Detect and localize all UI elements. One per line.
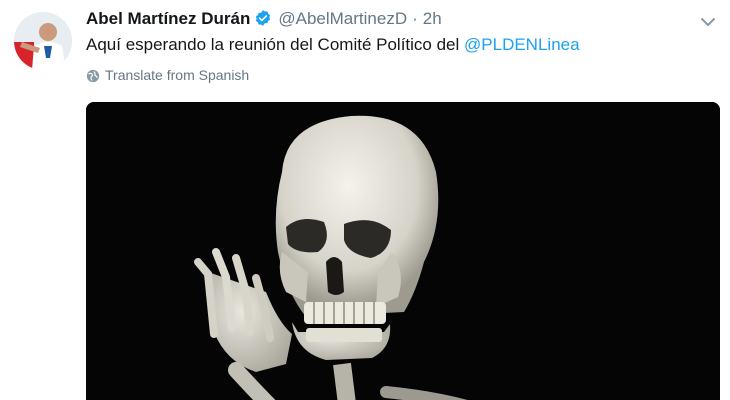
avatar-photo [14,12,72,70]
separator-dot: · [412,9,418,28]
author-handle[interactable]: @AbelMartinezD [278,9,407,28]
tweet-media-image[interactable] [86,102,720,400]
chevron-down-icon[interactable] [698,12,718,32]
tweet-text: Aquí esperando la reunión del Comité Pol… [86,34,580,56]
mention-link[interactable]: @PLDENLinea [464,35,580,54]
tweet-body: Aquí esperando la reunión del Comité Pol… [86,35,465,54]
translate-label: Translate from Spanish [105,67,250,83]
verified-badge-icon [254,9,272,33]
tweet[interactable]: Abel Martínez Durán @AbelMartinezD · 2h Aqu… [0,0,730,400]
avatar[interactable] [14,12,72,70]
timestamp[interactable]: 2h [423,9,442,28]
tweet-header: Abel Martínez Durán @AbelMartinezD · 2h [86,8,442,33]
skeleton-photo [86,102,720,400]
author-name[interactable]: Abel Martínez Durán [86,9,250,28]
globe-icon [86,69,100,83]
translate-button[interactable]: Translate from Spanish [86,66,249,84]
